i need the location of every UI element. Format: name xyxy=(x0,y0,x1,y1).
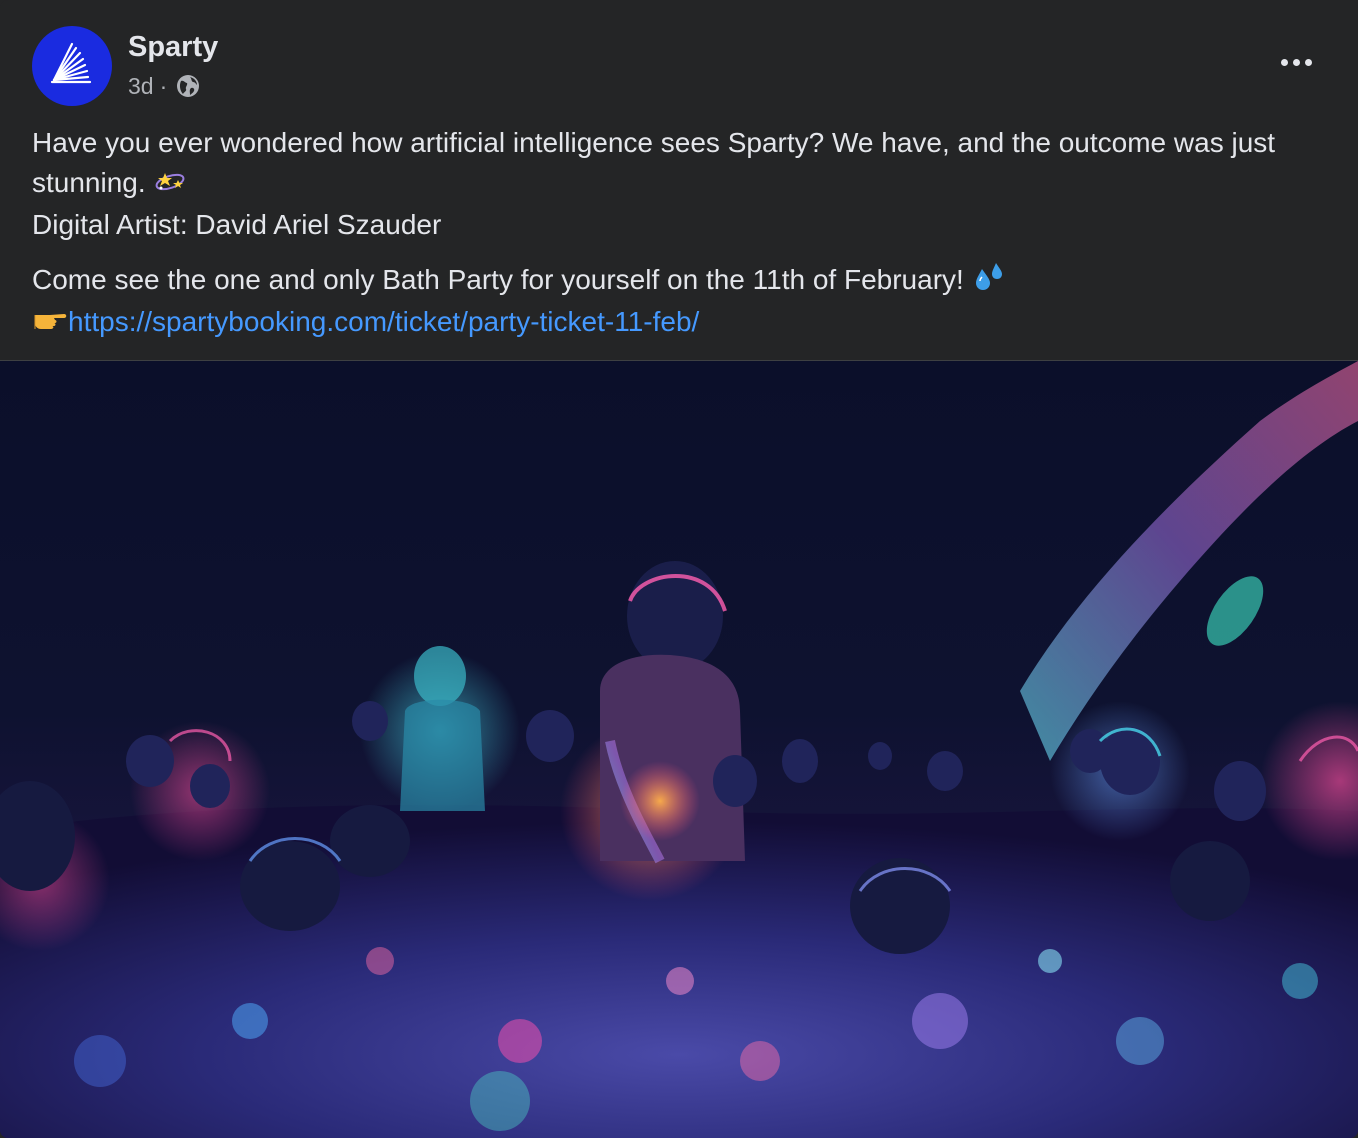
sparty-logo-icon xyxy=(50,42,92,84)
globe-icon[interactable] xyxy=(175,73,201,99)
page-name[interactable]: Sparty xyxy=(128,29,218,65)
more-options-button[interactable] xyxy=(1268,44,1324,80)
ai-art-neon-bath-party-image-icon xyxy=(0,361,1358,1138)
page-avatar[interactable] xyxy=(32,26,112,106)
post-line-2: Digital Artist: David Ariel Szauder xyxy=(32,208,442,240)
post-paragraph-1: Have you ever wondered how artificial in… xyxy=(32,123,1322,245)
pointing-right-emoji-icon xyxy=(32,303,68,344)
more-horizontal-icon xyxy=(1280,58,1288,66)
post-time[interactable]: 3d xyxy=(128,70,154,102)
sparkles-stars-emoji-icon xyxy=(153,165,187,205)
meta-separator: · xyxy=(159,73,168,99)
post-line-1: Have you ever wondered how artificial in… xyxy=(32,127,1276,198)
facebook-post: Sparty 3d · Have you ever wondered how a… xyxy=(0,0,1358,1138)
sweat-droplets-emoji-icon xyxy=(972,261,1006,302)
ticket-link[interactable]: https://spartybooking.com/ticket/party-t… xyxy=(68,306,699,337)
post-text: Have you ever wondered how artificial in… xyxy=(32,123,1322,344)
post-meta: 3d · xyxy=(128,68,201,104)
post-image[interactable] xyxy=(0,361,1358,1138)
post-paragraph-2: Come see the one and only Bath Party for… xyxy=(32,260,1322,344)
post-header: Sparty 3d · xyxy=(0,0,1358,110)
post-line-3: Come see the one and only Bath Party for… xyxy=(32,263,964,295)
